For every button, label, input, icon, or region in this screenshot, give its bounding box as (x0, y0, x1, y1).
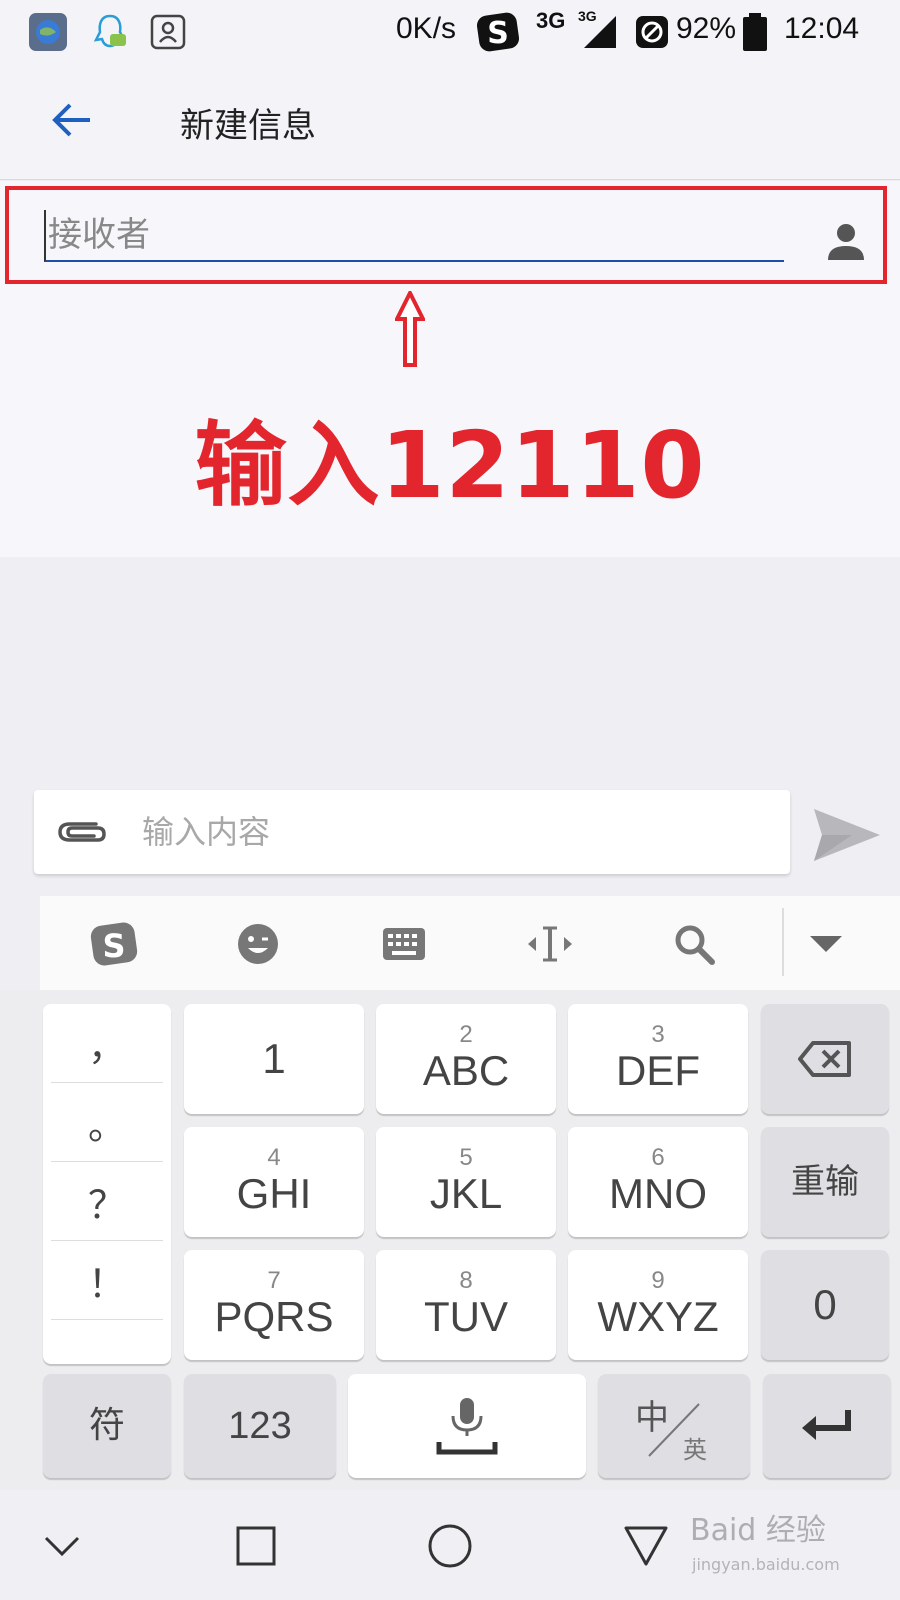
numeric-button[interactable]: 123 (184, 1374, 336, 1478)
block-icon (632, 12, 672, 52)
battery-percent: 92% (676, 12, 737, 45)
browser-icon (28, 12, 68, 52)
network-type-a: 3G (536, 8, 566, 33)
punctuation-column[interactable]: ， 。 ？ ！ (43, 1004, 171, 1364)
svg-text:S: S (487, 16, 509, 51)
key-9-wxyz[interactable]: 9 WXYZ (568, 1250, 748, 1360)
clock: 12:04 (784, 12, 860, 45)
key-7-pqrs[interactable]: 7 PQRS (184, 1250, 364, 1360)
key-4-ghi[interactable]: 4 GHI (184, 1127, 364, 1237)
recipient-input[interactable] (44, 210, 784, 262)
annotation-text: 输入12110 (194, 412, 706, 519)
collapse-icon[interactable] (796, 914, 856, 974)
search-icon[interactable] (664, 914, 724, 974)
app-bar: 新建信息 (0, 62, 900, 180)
emoji-icon[interactable] (228, 914, 288, 974)
sogou-logo-icon[interactable]: S (84, 914, 144, 974)
punct-question[interactable]: ？ (51, 1162, 163, 1241)
back-triangle-icon[interactable] (618, 1518, 674, 1574)
svg-text:S: S (102, 927, 125, 965)
space-voice-button[interactable] (348, 1374, 586, 1478)
arrow-left-icon[interactable] (50, 98, 94, 142)
signal-icon (580, 12, 620, 52)
compose-bar (34, 790, 790, 874)
backspace-button[interactable] (761, 1004, 889, 1114)
contacts-icon (148, 12, 188, 52)
person-icon[interactable] (824, 220, 868, 264)
battery-icon (740, 12, 770, 52)
key-1[interactable]: 1 (184, 1004, 364, 1114)
watermark-sub: jingyan.baidu.com (692, 1555, 840, 1574)
key-2-abc[interactable]: 2 ABC (376, 1004, 556, 1114)
lang-switch-glyph: 中 英 (629, 1386, 719, 1466)
sogou-icon: S (474, 8, 522, 56)
keyboard: ， 。 ？ ！ 1 2 ABC 3 DEF 4 GHI 5 JKL 6 MNO … (0, 990, 900, 1490)
microphone-icon (436, 1398, 498, 1455)
page-title: 新建信息 (180, 106, 316, 146)
punct-exclaim[interactable]: ！ (51, 1241, 163, 1320)
net-speed: 0K/s (396, 12, 457, 45)
recipient-area: 输入12110 (0, 181, 900, 557)
keyboard-icon[interactable] (374, 914, 434, 974)
message-input[interactable] (142, 806, 742, 858)
punct-period[interactable]: 。 (51, 1083, 163, 1162)
chevron-down-icon[interactable] (34, 1518, 90, 1574)
enter-icon (802, 1410, 851, 1440)
symbols-button[interactable]: 符 (43, 1374, 171, 1478)
recents-icon[interactable] (228, 1518, 284, 1574)
home-icon[interactable] (422, 1518, 478, 1574)
paperclip-icon[interactable] (56, 814, 108, 850)
lang-en: 英 (683, 1436, 707, 1464)
send-icon[interactable] (812, 805, 882, 865)
highlight-box (5, 186, 887, 284)
punct-comma[interactable]: ， (51, 1004, 163, 1083)
toolbar-divider (782, 908, 784, 976)
reenter-button[interactable]: 重输 (761, 1127, 889, 1237)
key-6-mno[interactable]: 6 MNO (568, 1127, 748, 1237)
key-3-def[interactable]: 3 DEF (568, 1004, 748, 1114)
lang-switch-button[interactable]: 中 英 (598, 1374, 750, 1478)
ime-toolbar: S (40, 896, 900, 990)
key-5-jkl[interactable]: 5 JKL (376, 1127, 556, 1237)
up-arrow-annotation (393, 288, 427, 367)
status-bar: 0K/s S 3G 3G 92% 12:04 (0, 0, 900, 62)
watermark: Baid 经验 (690, 1513, 826, 1548)
qq-icon (90, 12, 130, 52)
backspace-icon (798, 1041, 851, 1077)
key-0[interactable]: 0 (761, 1250, 889, 1360)
cursor-move-icon[interactable] (520, 914, 580, 974)
enter-button[interactable] (763, 1374, 891, 1478)
key-8-tuv[interactable]: 8 TUV (376, 1250, 556, 1360)
